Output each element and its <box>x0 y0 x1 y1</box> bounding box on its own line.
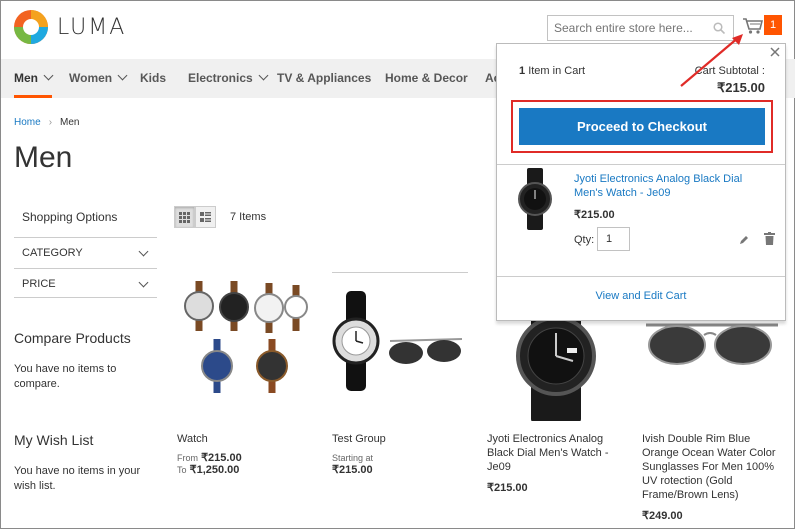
trash-icon[interactable] <box>764 232 775 245</box>
nav-item-label: Kids <box>140 71 167 85</box>
price-to-label: To <box>177 465 187 475</box>
chevron-down-icon <box>117 70 128 81</box>
product-name-link[interactable]: Test Group <box>332 432 386 446</box>
items-in-cart: 1 Item in Cart <box>519 65 585 77</box>
shopping-options-title: Shopping Options <box>22 210 118 224</box>
price-to: ₹1,250.00 <box>189 464 240 476</box>
nav-item-label: Electronics <box>188 71 253 85</box>
product-card <box>177 271 317 424</box>
chevron-down-icon <box>138 277 149 288</box>
nav-item-tv-appliances[interactable]: TV & Appliances <box>277 59 371 98</box>
product-price: Starting at ₹215.00 <box>332 452 373 476</box>
products-toolbar: 7 Items <box>174 205 266 229</box>
minicart-item-name-link[interactable]: Jyoti Electronics Analog Black Dial Men'… <box>574 172 774 200</box>
price-starting: ₹215.00 <box>332 464 373 476</box>
product-name-link[interactable]: Jyoti Electronics Analog Black Dial Men'… <box>487 432 617 474</box>
compare-products-text: You have no items to compare. <box>14 363 117 390</box>
chevron-down-icon <box>258 70 269 81</box>
close-icon[interactable] <box>769 46 781 58</box>
price-from-label: From <box>177 453 198 463</box>
divider <box>497 276 785 277</box>
nav-item-label: Women <box>69 71 113 85</box>
subtotal-label: Cart Subtotal : <box>694 65 765 77</box>
list-mode-button[interactable] <box>195 206 216 228</box>
nav-item-home-decor[interactable]: Home & Decor <box>385 59 468 98</box>
product-name-link[interactable]: Watch <box>177 432 208 446</box>
price-from: ₹215.00 <box>201 452 242 464</box>
grid-icon <box>179 211 190 223</box>
edit-pencil-icon[interactable] <box>738 234 750 246</box>
toolbar-item-count: 7 Items <box>230 211 267 223</box>
nav-item-electronics[interactable]: Electronics <box>188 59 269 98</box>
chevron-down-icon <box>138 246 149 257</box>
breadcrumb-current: Men <box>60 117 80 128</box>
wishlist-title: My Wish List <box>14 432 94 448</box>
minicart-item-image[interactable] <box>511 168 559 230</box>
qty-input[interactable] <box>597 227 630 251</box>
filter-price[interactable]: PRICE <box>14 268 157 299</box>
product-image-watch-sunglasses[interactable] <box>332 271 472 421</box>
search-icon[interactable] <box>713 22 725 34</box>
grid-mode-button[interactable] <box>174 206 195 228</box>
product-price: ₹215.00 <box>487 482 528 494</box>
nav-item-label: TV & Appliances <box>277 71 372 85</box>
divider <box>497 164 785 165</box>
view-and-edit-cart-link[interactable]: View and Edit Cart <box>497 290 785 302</box>
items-in-cart-label: Item in Cart <box>528 65 586 77</box>
cart-icon[interactable] <box>743 17 763 35</box>
cart-counter-badge: 1 <box>764 15 782 35</box>
nav-item-label: Men <box>14 71 38 85</box>
filter-label: CATEGORY <box>22 247 83 259</box>
nav-item-label: Home & Decor <box>385 71 468 85</box>
nav-item-kids[interactable]: Kids <box>140 59 166 98</box>
page-title: Men <box>14 141 73 174</box>
search-input[interactable] <box>548 16 708 40</box>
compare-products-title: Compare Products <box>14 330 131 346</box>
filter-category[interactable]: CATEGORY <box>14 237 157 268</box>
proceed-to-checkout-button[interactable]: Proceed to Checkout <box>519 108 765 145</box>
breadcrumb-home-link[interactable]: Home <box>14 117 41 128</box>
filter-label: PRICE <box>22 278 56 290</box>
nav-item-men[interactable]: Men <box>14 59 54 98</box>
logo-text: LUMA <box>57 14 127 40</box>
price-starting-label: Starting at <box>332 453 374 463</box>
product-price-range: From ₹215.00 To ₹1,250.00 <box>177 452 242 476</box>
nav-item-women[interactable]: Women <box>69 59 128 98</box>
product-price: ₹249.00 <box>642 510 683 522</box>
breadcrumb: Home › Men <box>14 117 79 128</box>
breadcrumb-separator-icon: › <box>48 117 53 128</box>
wishlist-text: You have no items in your wish list. <box>14 465 141 492</box>
luma-logo-icon <box>14 10 48 44</box>
product-name-link[interactable]: Ivish Double Rim Blue Orange Ocean Water… <box>642 432 782 502</box>
logo[interactable]: LUMA <box>13 9 126 45</box>
items-in-cart-count: 1 <box>519 65 526 77</box>
minicart-toggle[interactable]: 1 <box>743 15 783 39</box>
list-icon <box>200 211 211 222</box>
subtotal-amount: ₹215.00 <box>716 80 765 95</box>
divider <box>14 297 157 298</box>
search-box <box>547 15 734 41</box>
chevron-down-icon <box>43 70 54 81</box>
minicart-item-price: ₹215.00 <box>574 209 615 221</box>
minicart-dropdown: 1 Item in Cart Cart Subtotal : ₹215.00 P… <box>496 43 786 321</box>
product-image-watches[interactable] <box>177 271 317 421</box>
checkout-highlight-box: Proceed to Checkout <box>511 100 773 153</box>
qty-label: Qty: <box>574 234 595 246</box>
product-card <box>332 271 472 424</box>
